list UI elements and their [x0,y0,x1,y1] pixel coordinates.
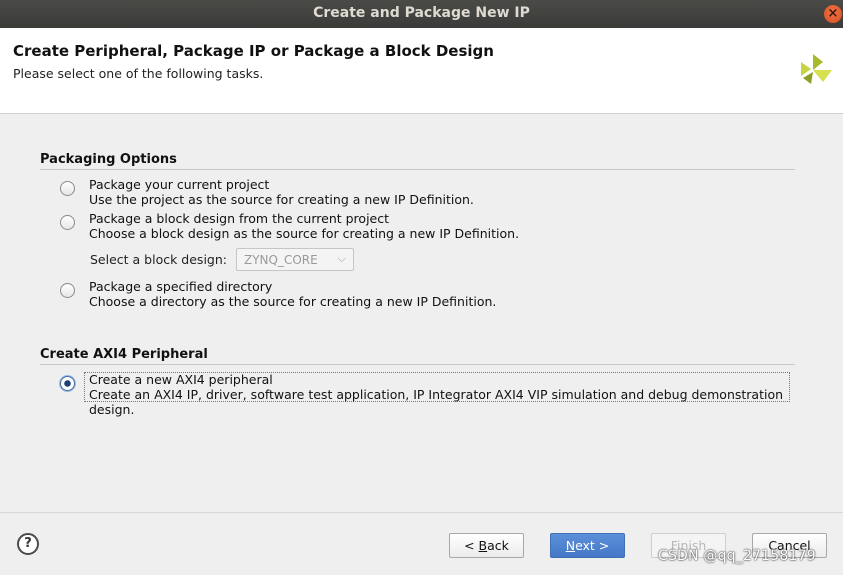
help-icon[interactable]: ? [17,533,39,555]
next-mnemonic: N [565,538,576,553]
next-button[interactable]: Next > [550,533,625,558]
footer-divider [0,512,843,513]
radio-package-block-design[interactable] [60,215,75,230]
option-label[interactable]: Package your current project [89,177,269,192]
block-design-label: Select a block design: [90,252,227,267]
radio-package-current-project[interactable] [60,181,75,196]
section-divider [40,364,795,365]
page-subtitle: Please select one of the following tasks… [13,66,264,81]
window-titlebar: Create and Package New IP × [0,0,843,28]
xilinx-logo-icon [801,54,832,84]
next-rest: ext > [575,538,610,553]
option-label[interactable]: Package a block design from the current … [89,211,389,226]
back-prefix: < [464,538,479,553]
option-label[interactable]: Create a new AXI4 peripheral [89,372,273,387]
chevron-down-icon: ⌵ [337,252,346,265]
create-axi4-title: Create AXI4 Peripheral [40,347,208,362]
page-title: Create Peripheral, Package IP or Package… [13,42,494,60]
option-description-cont: design. [89,402,135,417]
back-rest: ack [487,538,509,553]
option-description: Choose a block design as the source for … [89,226,520,241]
block-design-value: ZYNQ_CORE [244,253,318,267]
wizard-header: Create Peripheral, Package IP or Package… [0,28,843,114]
section-divider [40,169,795,170]
window-title: Create and Package New IP [313,5,530,21]
radio-create-axi4-peripheral[interactable] [60,376,75,391]
block-design-select[interactable]: ZYNQ_CORE ⌵ [236,248,354,271]
option-description: Choose a directory as the source for cre… [89,294,497,309]
option-description: Use the project as the source for creati… [89,192,474,207]
option-label[interactable]: Package a specified directory [89,279,272,294]
packaging-options-title: Packaging Options [40,152,177,167]
back-button[interactable]: < Back [449,533,524,558]
option-description: Create an AXI4 IP, driver, software test… [89,387,784,402]
close-icon[interactable]: × [824,5,842,23]
back-mnemonic: B [478,538,488,553]
watermark: CSDN @qq_27158179 [658,548,816,564]
radio-package-directory[interactable] [60,283,75,298]
